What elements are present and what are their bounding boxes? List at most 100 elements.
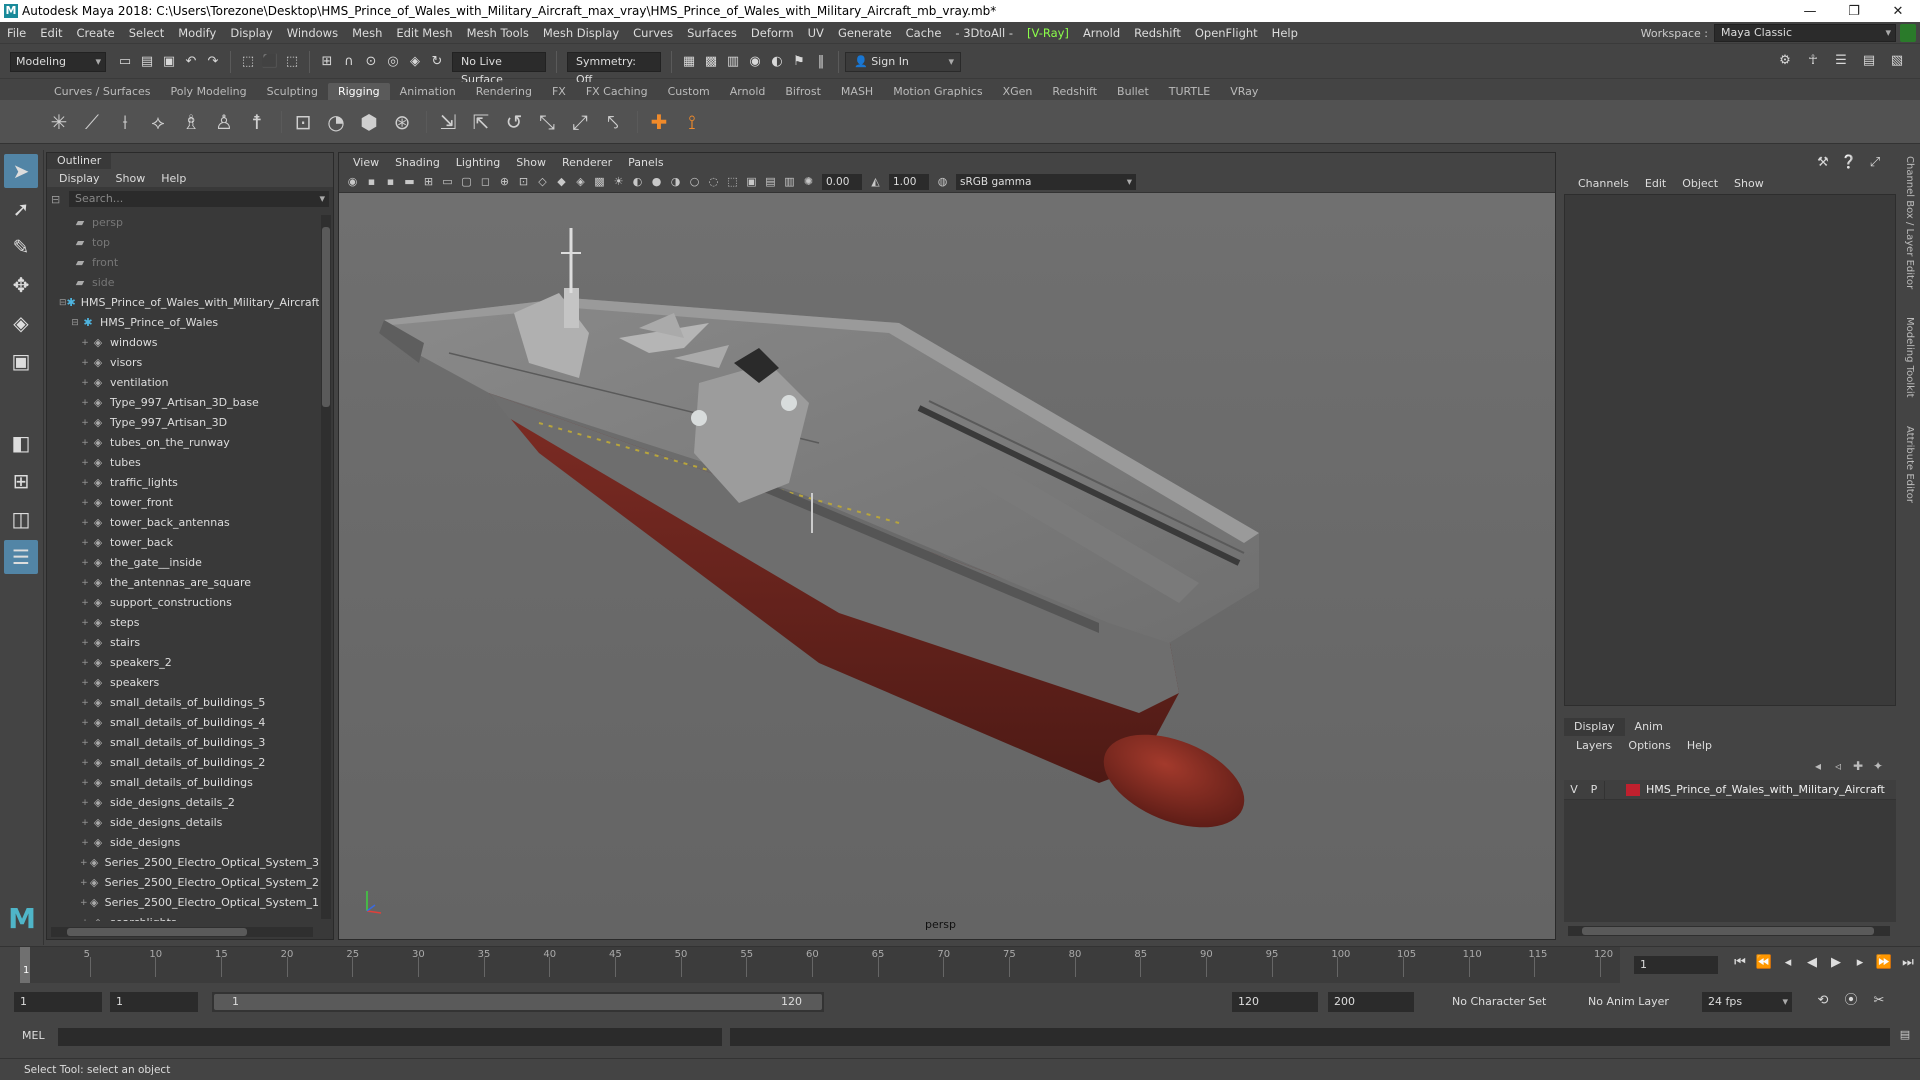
expand-toggle-icon[interactable]: +: [79, 713, 91, 733]
viewport-menu-shading[interactable]: Shading: [387, 156, 448, 169]
outliner-item[interactable]: + ◈ tower_back_antennas: [47, 513, 319, 533]
channel-box-float-icon[interactable]: ⤢: [1866, 154, 1884, 172]
play-forwards-icon[interactable]: ▶: [1824, 955, 1848, 970]
shelf-tab-curves-surfaces[interactable]: Curves / Surfaces: [44, 83, 161, 100]
minimize-button[interactable]: —: [1788, 0, 1832, 22]
skeleton-icon[interactable]: ☨: [242, 107, 272, 137]
snap-view-icon[interactable]: ◎: [384, 53, 402, 71]
wrap-icon[interactable]: ⊛: [387, 107, 417, 137]
outliner-item[interactable]: + ◈ side_designs_details: [47, 813, 319, 833]
xray-icon[interactable]: ▣: [744, 174, 760, 190]
scale-tool-icon[interactable]: ▣: [4, 344, 38, 378]
menu-edit[interactable]: Edit: [33, 26, 69, 40]
view-transform-dropdown[interactable]: sRGB gamma: [956, 173, 1136, 190]
go-to-end-icon[interactable]: ⏭: [1896, 955, 1920, 970]
outliner-item[interactable]: + ◈ support_constructions: [47, 593, 319, 613]
field-chart-icon[interactable]: ⊕: [497, 174, 513, 190]
expand-toggle-icon[interactable]: +: [79, 573, 91, 593]
shelf-tab-mash[interactable]: MASH: [831, 83, 883, 100]
menu-edit-mesh[interactable]: Edit Mesh: [389, 26, 459, 40]
pole-vector-icon[interactable]: ⤣: [598, 107, 628, 137]
sign-in-button[interactable]: 👤 Sign In: [845, 51, 961, 72]
outliner-item[interactable]: ▰ front: [47, 253, 319, 273]
outliner-menu-help[interactable]: Help: [153, 172, 194, 185]
shelf-tab-sculpting[interactable]: Sculpting: [257, 83, 328, 100]
outliner-item[interactable]: + ◈ Series_2500_Electro_Optical_System_1: [47, 893, 319, 913]
outliner-item[interactable]: ⊟ ✱ HMS_Prince_of_Wales_with_Military_Airc…: [47, 293, 319, 313]
redo-icon[interactable]: ↷: [204, 53, 222, 71]
tool-settings-icon[interactable]: ▤: [1860, 52, 1878, 70]
animation-prefs-icon[interactable]: ✂: [1870, 992, 1888, 1010]
paint-weights-icon[interactable]: ◔: [321, 107, 351, 137]
expand-toggle-icon[interactable]: +: [79, 353, 91, 373]
menu-generate[interactable]: Generate: [831, 26, 899, 40]
tab-display[interactable]: Display: [1564, 718, 1625, 736]
range-bar-handle[interactable]: [214, 994, 822, 1010]
menu-mesh-display[interactable]: Mesh Display: [536, 26, 626, 40]
expand-toggle-icon[interactable]: +: [79, 693, 91, 713]
menu-create[interactable]: Create: [70, 26, 122, 40]
expand-toggle-icon[interactable]: ⊟: [59, 293, 67, 313]
outliner-hscrollbar[interactable]: [51, 927, 313, 937]
menu-windows[interactable]: Windows: [280, 26, 345, 40]
current-frame-field[interactable]: 1: [1634, 956, 1718, 974]
wireframe-on-shaded-icon[interactable]: ◈: [573, 174, 589, 190]
restore-button[interactable]: ❐: [1832, 0, 1876, 22]
menu-surfaces[interactable]: Surfaces: [680, 26, 744, 40]
menu-curves[interactable]: Curves: [626, 26, 680, 40]
humanik-icon[interactable]: ♙: [209, 107, 239, 137]
outliner-item[interactable]: + ◈ speakers_2: [47, 653, 319, 673]
menu-deform[interactable]: Deform: [744, 26, 801, 40]
image-plane-icon[interactable]: ▬: [402, 174, 418, 190]
expand-toggle-icon[interactable]: +: [79, 833, 91, 853]
menu-redshift[interactable]: Redshift: [1127, 26, 1188, 40]
safe-action-icon[interactable]: ⊡: [516, 174, 532, 190]
textured-icon[interactable]: ▩: [592, 174, 608, 190]
create-joints-icon[interactable]: ✳: [44, 107, 74, 137]
shelf-tab-motion-graphics[interactable]: Motion Graphics: [883, 83, 992, 100]
quick-rig-icon[interactable]: ♗: [176, 107, 206, 137]
shelf-tab-custom[interactable]: Custom: [658, 83, 720, 100]
menu-modify[interactable]: Modify: [171, 26, 223, 40]
outliner-item[interactable]: ▰ side: [47, 273, 319, 293]
resolution-gate-icon[interactable]: ▢: [459, 174, 475, 190]
channel-box-content[interactable]: [1564, 194, 1896, 706]
step-forward-key-icon[interactable]: ⏩: [1872, 955, 1896, 970]
layer-menu-layers[interactable]: Layers: [1568, 739, 1620, 752]
save-scene-icon[interactable]: ▣: [160, 53, 178, 71]
outliner-item[interactable]: + ◈ Series_2500_Electro_Optical_System_3: [47, 853, 319, 873]
live-surface-field[interactable]: No Live Surface: [452, 51, 546, 86]
select-tool-icon[interactable]: ➤: [4, 154, 38, 188]
paint-select-icon[interactable]: ✎: [4, 230, 38, 264]
shelf-tab-fx-caching[interactable]: FX Caching: [576, 83, 658, 100]
anti-alias-icon[interactable]: ○: [687, 174, 703, 190]
pause-icon[interactable]: ‖: [812, 53, 830, 71]
step-forward-frame-icon[interactable]: ▸: [1848, 955, 1872, 970]
layer-visibility-toggle[interactable]: V: [1564, 783, 1584, 796]
outliner-item[interactable]: + ◈ Series_2500_Electro_Optical_System_2: [47, 873, 319, 893]
outliner-item[interactable]: + ◈ windows: [47, 333, 319, 353]
scroll-thumb[interactable]: [67, 928, 247, 936]
render-settings-icon[interactable]: ◉: [746, 53, 764, 71]
new-layer-icon[interactable]: ✚: [1848, 759, 1868, 773]
four-view-icon[interactable]: ⊞: [4, 464, 38, 498]
outliner-title[interactable]: Outliner: [47, 153, 112, 169]
channel-box-help-icon[interactable]: ❔: [1840, 154, 1858, 172]
color-management-icon[interactable]: ◍: [935, 174, 951, 190]
ik-spline-icon[interactable]: ⟊: [110, 107, 140, 137]
viewport-menu-lighting[interactable]: Lighting: [448, 156, 508, 169]
move-tool-icon[interactable]: ✥: [4, 268, 38, 302]
channel-menu-show[interactable]: Show: [1726, 177, 1772, 190]
outliner-item[interactable]: + ◈ small_details_of_buildings_2: [47, 753, 319, 773]
side-tab-channel-box-layer-editor[interactable]: Channel Box / Layer Editor: [1902, 152, 1917, 293]
grid-toggle-icon[interactable]: ⊞: [421, 174, 437, 190]
exposure-icon[interactable]: ✺: [801, 174, 817, 190]
shelf-tab-poly-modeling[interactable]: Poly Modeling: [161, 83, 257, 100]
scroll-thumb[interactable]: [322, 227, 330, 407]
script-editor-icon[interactable]: ▤: [1896, 1028, 1914, 1046]
vray-icon[interactable]: ⚑: [790, 53, 808, 71]
anim-end-field[interactable]: 200: [1328, 992, 1414, 1012]
expand-toggle-icon[interactable]: +: [79, 733, 91, 753]
outliner-item[interactable]: + ◈ ventilation: [47, 373, 319, 393]
parent-constraint-icon[interactable]: ⤢: [565, 107, 595, 137]
